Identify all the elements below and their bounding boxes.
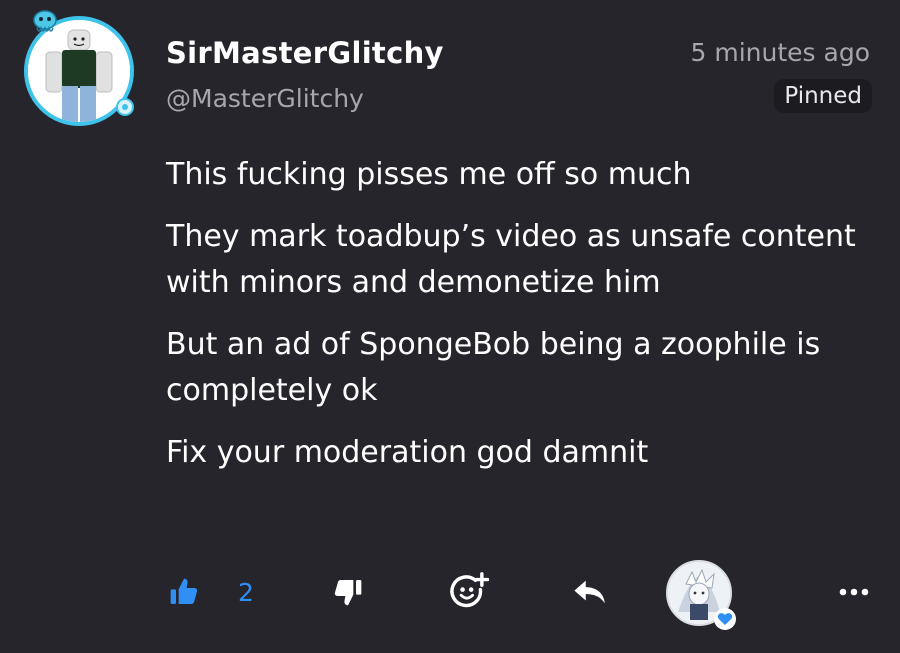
more-options-icon (839, 588, 869, 596)
thumbs-up-icon (170, 578, 198, 604)
thumbs-down-icon (334, 580, 362, 606)
dislike-button[interactable] (330, 574, 366, 610)
comment-timestamp[interactable]: 5 minutes ago (691, 38, 870, 67)
add-reaction-button[interactable] (448, 570, 490, 612)
creator-heart-indicator[interactable] (666, 560, 736, 630)
comment-paragraph: They mark toadbup’s video as unsafe cont… (166, 219, 856, 300)
author-handle[interactable]: @MasterGlitchy (166, 84, 364, 113)
comment-action-bar: 2 (0, 560, 900, 630)
pinned-badge: Pinned (774, 79, 872, 113)
comment-card: SirMasterGlitchy @MasterGlitchy 5 minute… (0, 0, 900, 653)
heart-badge (714, 608, 736, 630)
more-options-button[interactable] (834, 574, 874, 610)
comment-paragraph: But an ad of SpongeBob being a zoophile … (166, 327, 821, 408)
comment-paragraph: Fix your moderation god damnit (166, 435, 649, 470)
add-emoji-icon (450, 572, 489, 608)
comment-body: This fucking pisses me off so much They … (166, 152, 876, 492)
comment-paragraph: This fucking pisses me off so much (166, 157, 692, 192)
bubble-decoration-icon (116, 98, 134, 116)
like-count: 2 (238, 578, 254, 607)
reply-button[interactable] (572, 574, 608, 610)
jellyfish-badge-icon (33, 10, 57, 32)
reply-arrow-icon (574, 580, 605, 604)
like-button[interactable] (166, 574, 202, 610)
author-avatar[interactable] (24, 10, 134, 126)
author-display-name[interactable]: SirMasterGlitchy (166, 36, 444, 70)
heart-icon (717, 613, 733, 625)
